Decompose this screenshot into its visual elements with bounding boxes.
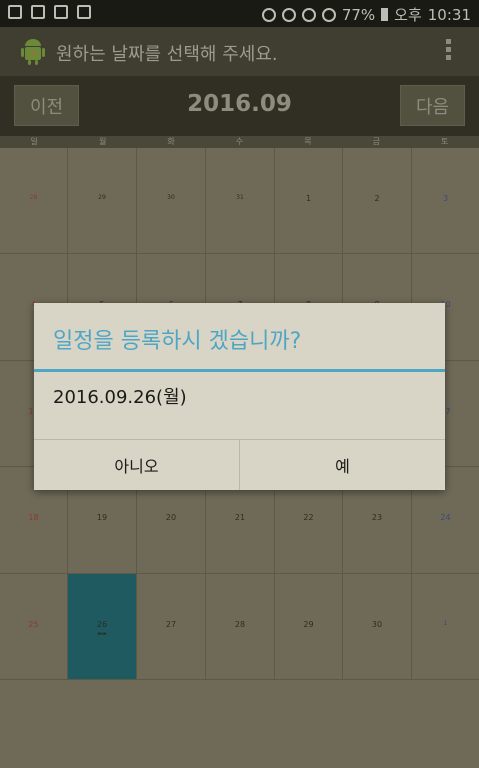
app-title: 원하는 날짜를 선택해 주세요. [56, 44, 278, 65]
day-number: 29 [98, 194, 106, 201]
day-number: 23 [371, 513, 383, 523]
sd-card-icon [77, 5, 91, 19]
calendar-day-cell[interactable]: 31 [206, 148, 275, 255]
month-nav: 이전 2016.09 다음 [0, 76, 479, 136]
calendar-day-cell[interactable]: 3 [412, 148, 479, 255]
day-number: 29 [303, 619, 314, 629]
weekday-sat: 토 [441, 137, 449, 146]
dialog-title: 일정을 등록하시 겠습니까? [53, 329, 302, 354]
day-number: 25 [28, 619, 39, 629]
day-number: 1 [305, 194, 312, 203]
day-number: 24 [440, 513, 451, 523]
battery-percent: 77% [341, 5, 376, 24]
calendar-day-cell[interactable]: 29 [68, 148, 137, 255]
day-number: 27 [165, 619, 177, 629]
day-number: 30 [167, 194, 175, 201]
calendar-day-cell[interactable]: 29 [275, 573, 343, 680]
calendar-day-cell[interactable]: 30 [343, 573, 412, 680]
mute-icon [261, 7, 276, 22]
calendar-day-cell[interactable]: 27 [137, 573, 206, 680]
app-bar: 원하는 날짜를 선택해 주세요. [0, 27, 479, 76]
calendar-day-cell[interactable]: 1 [412, 574, 479, 680]
weekday-wed: 수 [235, 137, 244, 146]
day-number: 21 [234, 513, 246, 523]
day-number: 1 [443, 619, 448, 627]
lock-icon [54, 5, 68, 19]
status-bar: 77% 오후 10:31 [0, 0, 479, 27]
day-number: 31 [236, 194, 244, 201]
sync-icon [8, 5, 22, 19]
weekday-mon: 월 [98, 137, 107, 146]
dialog-divider [34, 369, 445, 372]
alarm-icon [281, 7, 296, 22]
weekday-sun: 일 [30, 137, 38, 146]
weekday-fri: 금 [372, 137, 380, 146]
day-number: 30 [371, 619, 383, 629]
day-number: 18 [28, 513, 39, 523]
battery-icon [381, 8, 389, 21]
ampm: 오후 [394, 6, 422, 24]
calendar-day-cell[interactable]: 2 [343, 148, 412, 255]
confirm-dialog: 일정을 등록하시 겠습니까? 2016.09.26(월) 아니오 예 [34, 303, 445, 490]
notification-icons [8, 5, 91, 19]
overflow-menu-icon[interactable] [445, 39, 453, 63]
status-right: 77% 오후 10:31 [261, 4, 471, 25]
dialog-buttons: 아니오 예 [34, 439, 445, 490]
day-number: 26 [96, 619, 108, 629]
wifi-icon [301, 7, 316, 22]
calendar-day-cell[interactable]: 30 [137, 148, 206, 255]
selected-marker: ▬▬ [97, 630, 107, 637]
weekday-header: 일 월 화 수 목 금 토 [0, 136, 479, 148]
day-number: 28 [234, 619, 246, 629]
android-icon [21, 39, 45, 65]
clock: 10:31 [427, 5, 471, 24]
dialog-message: 2016.09.26(월) [53, 387, 187, 408]
day-number: 3 [442, 194, 449, 203]
day-number: 19 [96, 513, 108, 523]
weekday-tue: 화 [167, 137, 175, 146]
calendar-day-cell[interactable]: 26 ▬▬ [68, 573, 137, 680]
calendar-day-cell[interactable]: 28 [0, 148, 68, 255]
day-number: 28 [29, 194, 38, 201]
day-number: 2 [374, 194, 380, 203]
no-button[interactable]: 아니오 [34, 440, 240, 490]
signal-icon [321, 7, 336, 22]
next-month-button[interactable]: 다음 [400, 85, 465, 126]
calendar-day-cell[interactable]: 1 [275, 148, 343, 255]
calendar-day-cell[interactable]: 25 [0, 573, 68, 680]
day-number: 20 [165, 513, 177, 523]
calendar-day-cell[interactable]: 28 [206, 573, 275, 680]
yes-button[interactable]: 예 [240, 440, 445, 490]
weekday-thu: 목 [304, 137, 312, 146]
image-icon [31, 5, 45, 19]
day-number: 22 [303, 513, 314, 523]
